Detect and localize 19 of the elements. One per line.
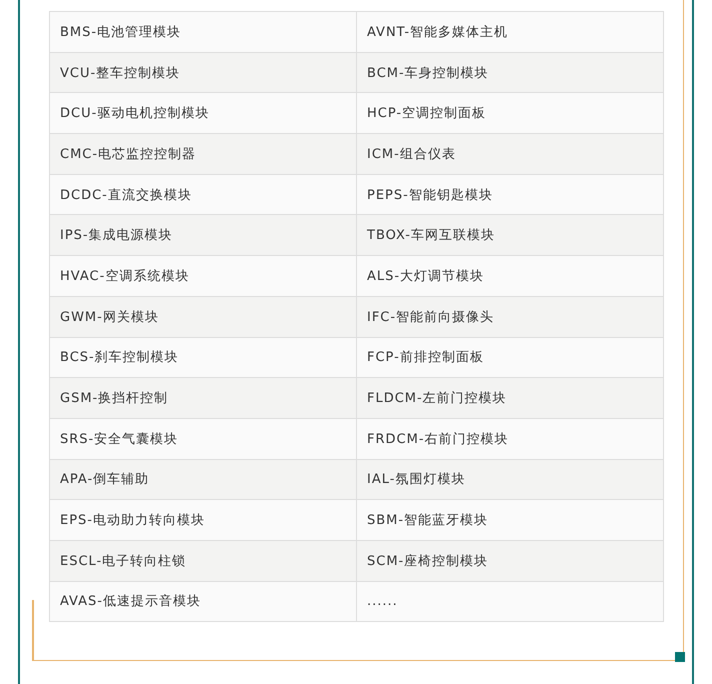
table-cell: EPS-电动助力转向模块 — [50, 500, 356, 540]
table-cell: CMC-电芯监控控制器 — [50, 134, 356, 174]
table-cell: ALS-大灯调节模块 — [356, 256, 664, 296]
corner-square-icon — [674, 652, 684, 662]
table-cell: FRDCM-右前门控模块 — [356, 418, 664, 460]
table-cell: SRS-安全气囊模块 — [50, 418, 356, 460]
table-cell: IFC-智能前向摄像头 — [356, 296, 664, 337]
table-cell: FLDCM-左前门控模块 — [356, 378, 664, 418]
table-cell: GSM-换挡杆控制 — [50, 378, 356, 418]
table-cell: ICM-组合仪表 — [356, 134, 664, 174]
table-cell: BMS-电池管理模块 — [50, 12, 356, 52]
table-cell: AVAS-低速提示音模块 — [50, 581, 356, 622]
table-cell: HVAC-空调系统模块 — [50, 256, 356, 296]
table-cell: SBM-智能蓝牙模块 — [356, 500, 664, 540]
table-cell: SCM-座椅控制模块 — [356, 540, 664, 582]
table-cell: GWM-网关模块 — [50, 296, 356, 337]
table-cell: AVNT-智能多媒体主机 — [356, 12, 664, 52]
table-cell: ...... — [356, 581, 664, 622]
table-cell: ESCL-电子转向柱锁 — [50, 540, 356, 582]
